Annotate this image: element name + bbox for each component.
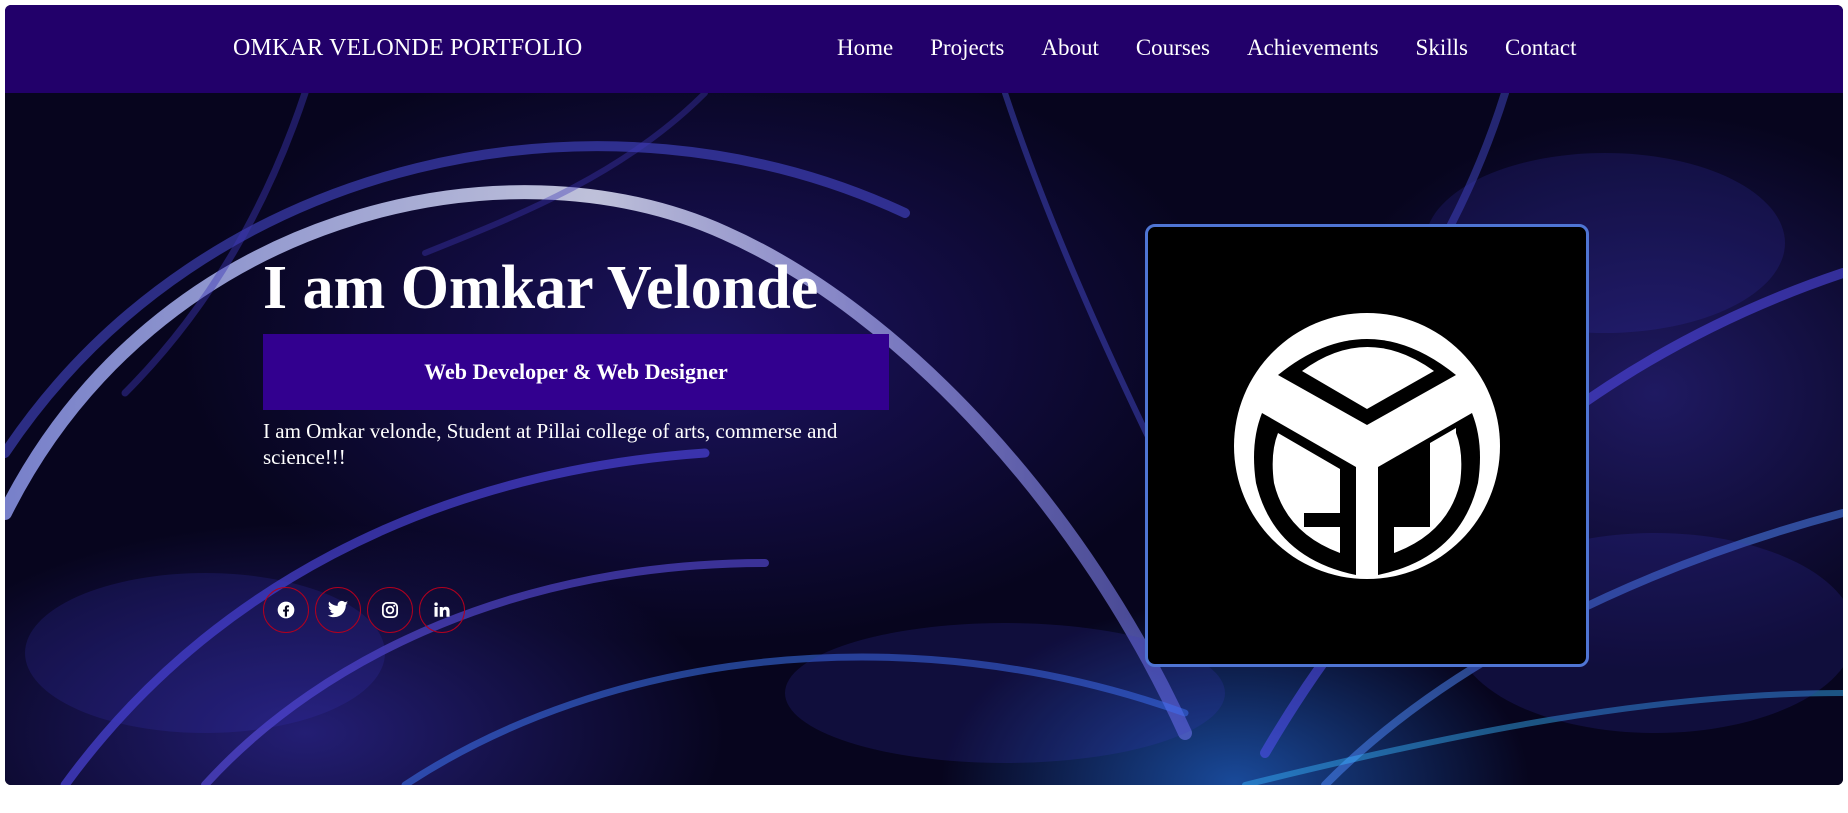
instagram-icon (381, 601, 399, 619)
ov-monogram-logo-icon (1234, 312, 1500, 579)
navbar: OMKAR VELONDE PORTFOLIO Home Projects Ab… (5, 5, 1843, 93)
logo-card (1145, 224, 1589, 667)
nav-contact[interactable]: Contact (1505, 35, 1577, 61)
role-badge: Web Developer & Web Designer (263, 334, 889, 410)
social-links (263, 587, 471, 633)
page-frame: OMKAR VELONDE PORTFOLIO Home Projects Ab… (5, 5, 1843, 785)
nav-courses[interactable]: Courses (1136, 35, 1210, 61)
instagram-link[interactable] (367, 587, 413, 633)
twitter-link[interactable] (315, 587, 361, 633)
hero-description: I am Omkar velonde, Student at Pillai co… (263, 419, 838, 469)
nav-achievements[interactable]: Achievements (1247, 35, 1379, 61)
nav-home[interactable]: Home (837, 35, 893, 61)
nav-about[interactable]: About (1041, 35, 1099, 61)
facebook-icon (277, 601, 295, 619)
nav-skills[interactable]: Skills (1416, 35, 1468, 61)
facebook-link[interactable] (263, 587, 309, 633)
hero-title: I am Omkar Velonde (263, 254, 819, 322)
nav-links: Home Projects About Courses Achievements… (837, 35, 1577, 61)
hero-section: I am Omkar Velonde Web Developer & Web D… (5, 93, 1843, 785)
brand-logo-text[interactable]: OMKAR VELONDE PORTFOLIO (233, 35, 582, 62)
linkedin-link[interactable] (419, 587, 465, 633)
linkedin-icon (434, 602, 450, 617)
nav-projects[interactable]: Projects (930, 35, 1004, 61)
twitter-icon (327, 600, 349, 618)
